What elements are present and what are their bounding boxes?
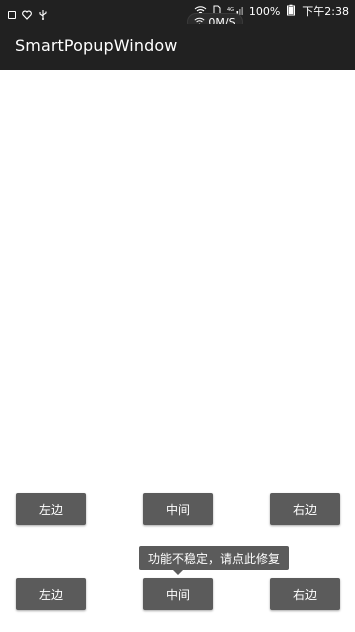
battery-percentage: 100% <box>248 5 281 18</box>
status-bar: 4G 100% 下午2:38 0M/S <box>0 0 355 31</box>
svg-text:4G: 4G <box>227 7 234 13</box>
top-center-button[interactable]: 中间 <box>143 493 213 525</box>
app-bar: SmartPopupWindow <box>0 24 355 70</box>
bottom-center-button[interactable]: 中间 <box>143 578 213 610</box>
app-title: SmartPopupWindow <box>15 36 178 55</box>
screen: 4G 100% 下午2:38 0M/S SmartPopupWindow 左边 … <box>0 0 355 632</box>
status-left-icons <box>8 5 48 24</box>
screenshot-notification-icon <box>8 10 16 19</box>
shield-heart-icon <box>22 5 32 24</box>
bottom-right-button[interactable]: 右边 <box>270 578 340 610</box>
content-area: 左边 中间 右边 功能不稳定，请点此修复 左边 中间 右边 <box>0 70 355 632</box>
battery-icon <box>286 4 296 20</box>
popup-tooltip[interactable]: 功能不稳定，请点此修复 <box>139 546 289 570</box>
bottom-left-button[interactable]: 左边 <box>16 578 86 610</box>
top-right-button[interactable]: 右边 <box>270 493 340 525</box>
top-left-button[interactable]: 左边 <box>16 493 86 525</box>
usb-icon <box>38 5 48 24</box>
clock-time: 下午2:38 <box>302 5 349 18</box>
popup-tooltip-arrow <box>173 570 183 575</box>
